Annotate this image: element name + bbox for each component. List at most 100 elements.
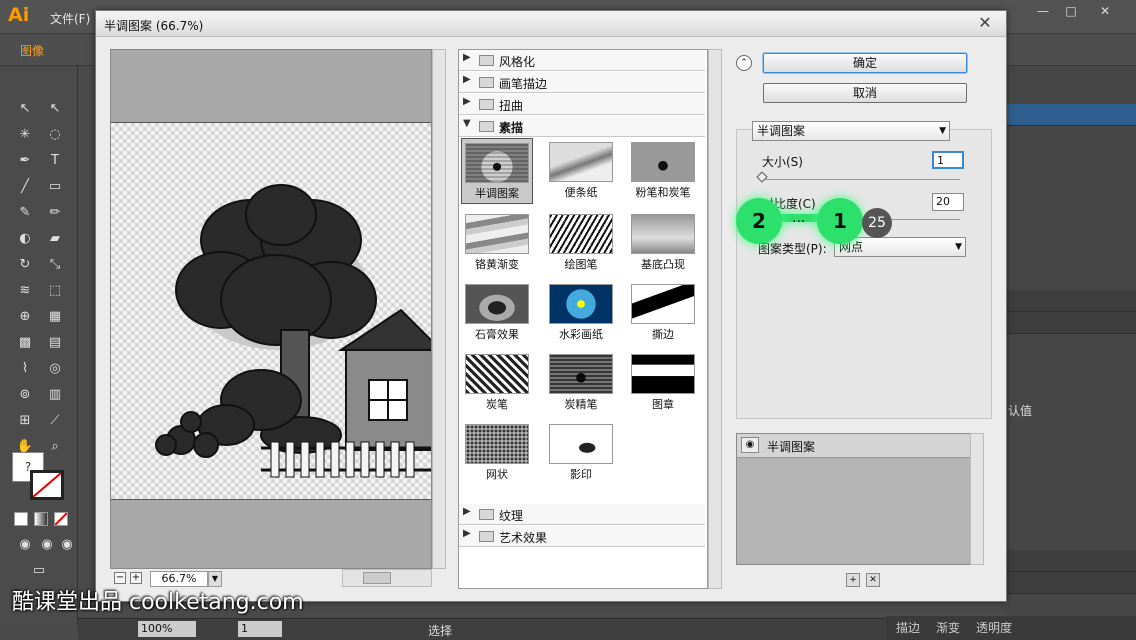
filter-thumb-chrome[interactable]: 铬黄渐变 [461, 210, 533, 276]
tab-gradient[interactable]: 渐变 [936, 619, 960, 636]
category-artistic[interactable]: ▶ 艺术效果 [459, 526, 705, 547]
expand-arrow-icon[interactable]: ▶ [463, 528, 471, 539]
gradient-mode-icon[interactable] [34, 512, 48, 526]
draw-normal-icon[interactable]: ◉ [14, 534, 36, 556]
category-distort[interactable]: ▶ 扭曲 [459, 94, 705, 115]
eraser-icon[interactable]: ▰ [44, 228, 66, 250]
filter-thumb-plaster[interactable]: 石膏效果 [461, 280, 533, 346]
filter-thumb-bas-relief[interactable]: 基底凸现 [627, 210, 699, 276]
trash-icon[interactable]: ✕ [866, 573, 880, 587]
ok-button[interactable]: 确定 [763, 53, 967, 73]
color-mode-icon[interactable] [14, 512, 28, 526]
slice-tool-icon[interactable]: ⟋ [44, 410, 66, 432]
type-tool-icon[interactable]: T [44, 150, 66, 172]
new-effect-layer-icon[interactable]: + [846, 573, 860, 587]
screen-mode-icon[interactable]: ▭ [28, 560, 50, 582]
pen-tool-icon[interactable]: ✒ [14, 150, 36, 172]
size-slider-track[interactable] [760, 179, 960, 180]
filter-list-scrollbar[interactable] [708, 49, 722, 589]
none-mode-icon[interactable] [54, 512, 68, 526]
close-window-icon[interactable]: ✕ [1092, 2, 1118, 20]
symbol-sprayer-icon[interactable]: ⊚ [14, 384, 36, 406]
expand-arrow-icon[interactable]: ▶ [463, 506, 471, 517]
preview-canvas[interactable] [110, 49, 432, 569]
thumb-label: 炭精笔 [564, 398, 598, 411]
status-page-field[interactable]: 1 [238, 621, 282, 637]
thumb-label: 炭笔 [486, 398, 508, 411]
draw-behind-icon[interactable]: ◉ [36, 534, 58, 556]
minimize-icon[interactable]: — [1030, 2, 1056, 20]
filter-thumb-charcoal[interactable]: 炭笔 [461, 350, 533, 416]
filter-thumb-conte-crayon[interactable]: 炭精笔 [545, 350, 617, 416]
pencil-icon[interactable]: ✏ [44, 202, 66, 224]
filter-thumb-stamp[interactable]: 图章 [627, 350, 699, 416]
filter-thumb-torn-edges[interactable]: 撕边 [627, 280, 699, 346]
menu-file[interactable]: 文件(F) [50, 10, 90, 27]
filter-select[interactable]: 半调图案 ▼ [752, 121, 950, 141]
scroll-thumb[interactable] [363, 572, 391, 584]
gradient-tool-icon[interactable]: ▤ [44, 332, 66, 354]
tab-transparency[interactable]: 透明度 [976, 619, 1012, 636]
magic-wand-icon[interactable]: ✳ [14, 124, 36, 146]
paintbrush-icon[interactable]: ✎ [14, 202, 36, 224]
category-sketch[interactable]: ▼ 素描 [459, 116, 705, 137]
free-transform-icon[interactable]: ⬚ [44, 280, 66, 302]
zoom-in-button[interactable]: + [130, 572, 142, 584]
column-graph-icon[interactable]: ▥ [44, 384, 66, 406]
blend-tool-icon[interactable]: ◎ [44, 358, 66, 380]
pattern-type-select[interactable]: 网点 ▼ [834, 237, 966, 257]
cancel-button[interactable]: 取消 [763, 83, 967, 103]
contrast-field[interactable]: 20 [932, 193, 964, 211]
filter-thumb-water-paper[interactable]: 水彩画纸 [545, 280, 617, 346]
lasso-icon[interactable]: ◌ [44, 124, 66, 146]
rectangle-tool-icon[interactable]: ▭ [44, 176, 66, 198]
preview-vertical-scrollbar[interactable] [432, 49, 446, 569]
warp-tool-icon[interactable]: ≋ [14, 280, 36, 302]
direct-selection-tool-icon[interactable]: ↖ [44, 98, 66, 120]
close-icon[interactable]: ✕ [970, 13, 1000, 33]
filter-thumb-note-paper[interactable]: 便条纸 [545, 138, 617, 204]
filter-thumb-photocopy[interactable]: 影印 [545, 420, 617, 486]
thumb-label: 撕边 [652, 328, 674, 341]
thumb-image [465, 214, 529, 254]
layer-row-selected[interactable] [1006, 104, 1136, 126]
expand-arrow-icon[interactable]: ▶ [463, 96, 471, 107]
chevron-down-icon: ▼ [955, 242, 962, 252]
eyedropper-icon[interactable]: ⌇ [14, 358, 36, 380]
category-stylize[interactable]: ▶ 风格化 [459, 50, 705, 71]
perspective-grid-icon[interactable]: ▦ [44, 306, 66, 328]
eye-icon[interactable]: ◉ [741, 437, 759, 453]
rotate-tool-icon[interactable]: ↻ [14, 254, 36, 276]
blob-brush-icon[interactable]: ◐ [14, 228, 36, 250]
scale-tool-icon[interactable]: ⤡ [44, 254, 66, 276]
preview-horizontal-scrollbar[interactable] [342, 569, 432, 587]
filter-thumb-reticulation[interactable]: 网状 [461, 420, 533, 486]
shape-builder-icon[interactable]: ⊕ [14, 306, 36, 328]
filter-thumb-chalk-charcoal[interactable]: 粉笔和炭笔 [627, 138, 699, 204]
category-brush-strokes[interactable]: ▶ 画笔描边 [459, 72, 705, 93]
draw-inside-icon[interactable]: ◉ [56, 534, 78, 556]
zoom-out-button[interactable]: − [114, 572, 126, 584]
tab-stroke[interactable]: 描边 [896, 619, 920, 636]
collapse-arrow-icon[interactable]: ▼ [463, 118, 471, 129]
size-field[interactable]: 1 [932, 151, 964, 169]
preview-artwork [155, 184, 431, 478]
zoom-tool-icon[interactable]: ⌕ [44, 436, 66, 458]
stroke-swatch-icon[interactable] [30, 470, 64, 500]
maximize-icon[interactable]: □ [1058, 2, 1084, 20]
expand-arrow-icon[interactable]: ▶ [463, 74, 471, 85]
collapse-icon[interactable]: ⌃ [736, 55, 752, 71]
effect-layer-row[interactable]: ◉ 半调图案 [737, 434, 983, 458]
control-bar-label[interactable]: 图像 [20, 42, 44, 59]
selection-tool-icon[interactable]: ↖ [14, 98, 36, 120]
category-texture[interactable]: ▶ 纹理 [459, 504, 705, 525]
filter-thumb-halftone[interactable]: 半调图案 [461, 138, 533, 204]
line-tool-icon[interactable]: ╱ [14, 176, 36, 198]
artboard-tool-icon[interactable]: ⊞ [14, 410, 36, 432]
expand-arrow-icon[interactable]: ▶ [463, 52, 471, 63]
status-zoom-field[interactable]: 100% [138, 621, 196, 637]
filter-thumb-graphic-pen[interactable]: 绘图笔 [545, 210, 617, 276]
layers-scrollbar[interactable] [970, 433, 984, 565]
mesh-tool-icon[interactable]: ▩ [14, 332, 36, 354]
step-count-badge: 25 [862, 208, 892, 238]
